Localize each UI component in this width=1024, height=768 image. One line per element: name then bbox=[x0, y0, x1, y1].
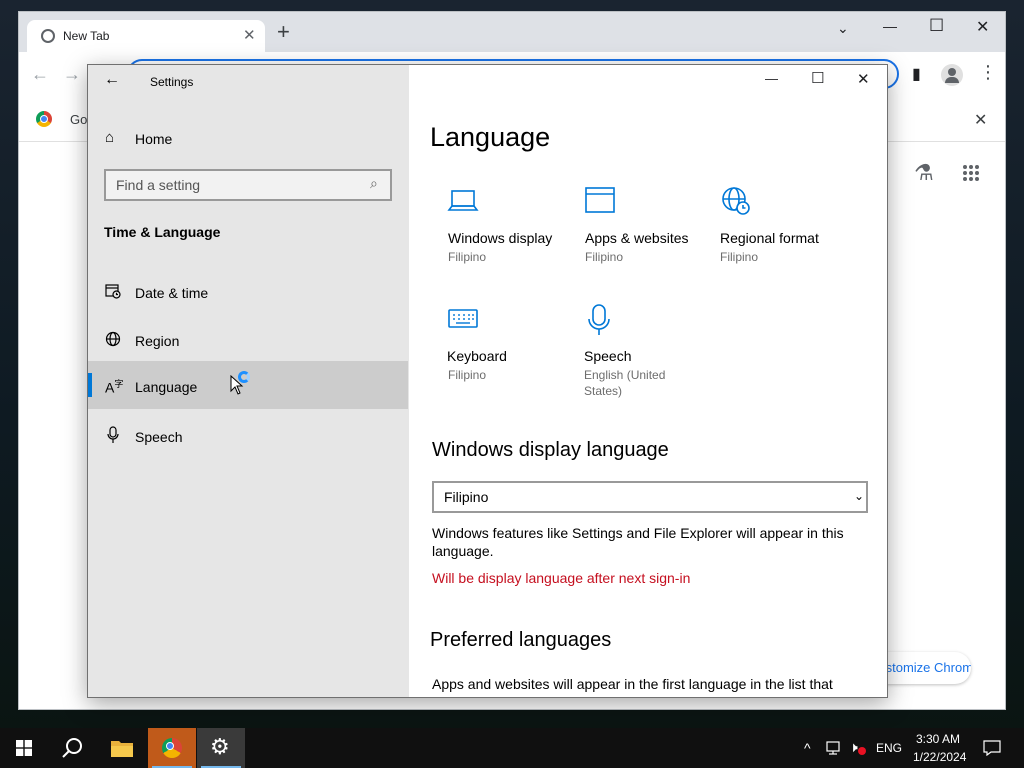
tile-label: Apps & websites bbox=[585, 230, 689, 246]
settings-maximize-button[interactable]: ☐ bbox=[811, 69, 824, 87]
tile-label: Speech bbox=[584, 348, 632, 364]
microphone-icon bbox=[586, 303, 612, 342]
tile-windows-display[interactable]: Windows display Filipino bbox=[447, 185, 571, 269]
microphone-icon bbox=[107, 426, 119, 449]
chrome-logo-icon bbox=[162, 738, 182, 758]
settings-sidebar: ← Settings ⌂ Home ⌕ Time & Language Date… bbox=[88, 65, 409, 697]
display-language-desc: Windows features like Settings and File … bbox=[432, 525, 844, 559]
new-tab-button[interactable]: + bbox=[277, 21, 290, 43]
back-arrow-icon[interactable]: ← bbox=[31, 64, 49, 85]
keyboard-icon bbox=[447, 303, 479, 338]
forward-arrow-icon[interactable]: → bbox=[63, 64, 81, 85]
preferred-languages-heading: Preferred languages bbox=[430, 629, 612, 651]
sidebar-item-speech[interactable]: Speech bbox=[88, 421, 408, 461]
profile-avatar-icon[interactable] bbox=[941, 64, 963, 86]
sidebar-item-label: Region bbox=[135, 333, 180, 349]
chrome-menu-icon[interactable]: ⋮ bbox=[979, 62, 997, 83]
search-icon bbox=[62, 738, 82, 758]
display-language-dropdown[interactable]: Filipino ⌄ bbox=[432, 481, 868, 513]
side-panel-icon[interactable]: ▮ bbox=[912, 64, 921, 84]
search-input[interactable] bbox=[106, 171, 362, 199]
globe-clock-icon bbox=[720, 185, 752, 222]
folder-icon bbox=[111, 741, 133, 757]
volume-muted-icon[interactable]: 🕨 bbox=[849, 739, 858, 756]
globe-icon bbox=[105, 331, 121, 352]
sidebar-item-label: Speech bbox=[135, 429, 183, 445]
apps-grid-icon[interactable] bbox=[962, 164, 980, 182]
sidebar-item-label: Date & time bbox=[135, 285, 209, 301]
clock-time[interactable]: 3:30 AM bbox=[916, 732, 960, 746]
tile-sub: Filipino bbox=[448, 250, 487, 264]
tile-label: Regional format bbox=[720, 230, 819, 246]
page-title: Language bbox=[430, 122, 551, 152]
selection-indicator bbox=[88, 373, 92, 397]
clock-date[interactable]: 1/22/2024 bbox=[913, 750, 966, 764]
file-explorer-button[interactable] bbox=[98, 728, 146, 768]
sidebar-item-language[interactable]: A字 Language bbox=[88, 361, 408, 409]
tile-label: Windows display bbox=[448, 230, 553, 246]
settings-window: ← Settings ⌂ Home ⌕ Time & Language Date… bbox=[87, 64, 888, 698]
preferred-languages-desc: Apps and websites will appear in the fir… bbox=[432, 676, 833, 692]
tile-sub: English (United States) bbox=[584, 368, 666, 398]
display-language-heading: Windows display language bbox=[432, 439, 669, 461]
windows-logo-icon bbox=[16, 740, 32, 756]
action-center-icon[interactable] bbox=[983, 740, 1001, 756]
home-label: Home bbox=[135, 131, 173, 147]
settings-minimize-button[interactable]: — bbox=[765, 71, 778, 86]
mute-badge-icon bbox=[858, 747, 866, 755]
bookmark-label[interactable]: Go bbox=[70, 112, 87, 127]
chevron-down-icon: ⌄ bbox=[853, 489, 864, 503]
window-title: Settings bbox=[150, 75, 194, 89]
tab-search-icon[interactable]: ⌄ bbox=[837, 20, 849, 37]
network-icon[interactable] bbox=[826, 740, 844, 756]
sidebar-item-date-time[interactable]: Date & time bbox=[88, 277, 408, 317]
start-button[interactable] bbox=[0, 728, 48, 768]
taskbar: ⚙ ^ 🕨 ENG 3:30 AM 1/22/2024 bbox=[0, 728, 1024, 768]
dropdown-value: Filipino bbox=[444, 489, 489, 505]
tile-regional-format[interactable]: Regional format Filipino bbox=[720, 185, 844, 269]
find-setting-search[interactable]: ⌕ bbox=[104, 169, 392, 201]
chrome-close-button[interactable]: ✕ bbox=[976, 17, 989, 37]
show-hidden-icons-chevron-icon[interactable]: ^ bbox=[804, 740, 811, 756]
tile-speech[interactable]: Speech English (United States) bbox=[584, 303, 708, 399]
tile-apps-websites[interactable]: Apps & websites Filipino bbox=[584, 185, 708, 269]
bookmark-bar-close-icon[interactable]: ✕ bbox=[974, 110, 987, 130]
sidebar-item-region[interactable]: Region bbox=[88, 325, 408, 365]
laptop-icon bbox=[447, 185, 479, 220]
search-button[interactable] bbox=[48, 728, 96, 768]
settings-main: — ☐ ✕ Language Windows display Filipino … bbox=[409, 65, 887, 697]
chrome-taskbar-button[interactable] bbox=[148, 728, 196, 768]
chrome-tab-new-tab[interactable]: New Tab ✕ bbox=[27, 20, 265, 52]
section-title: Time & Language bbox=[104, 224, 221, 240]
home-icon: ⌂ bbox=[105, 129, 115, 146]
input-language[interactable]: ENG bbox=[876, 741, 902, 755]
language-icon: A字 bbox=[105, 379, 124, 396]
search-icon: ⌕ bbox=[370, 175, 378, 191]
tile-sub: Filipino bbox=[448, 368, 487, 382]
tile-label: Keyboard bbox=[447, 348, 507, 364]
busy-spinner-icon bbox=[238, 371, 250, 383]
window-icon bbox=[584, 185, 616, 220]
sidebar-item-home[interactable]: ⌂ Home bbox=[88, 123, 408, 155]
chrome-favicon-icon bbox=[41, 29, 55, 43]
tile-keyboard[interactable]: Keyboard Filipino bbox=[447, 303, 571, 387]
chrome-maximize-button[interactable]: ☐ bbox=[929, 16, 944, 36]
labs-flask-icon[interactable]: ⚗ bbox=[914, 160, 934, 186]
settings-close-button[interactable]: ✕ bbox=[857, 70, 870, 88]
tile-sub: Filipino bbox=[585, 250, 624, 264]
chrome-logo-icon bbox=[36, 111, 52, 127]
calendar-clock-icon bbox=[105, 283, 121, 304]
tile-sub: Filipino bbox=[720, 250, 759, 264]
settings-taskbar-button[interactable]: ⚙ bbox=[197, 728, 245, 768]
tab-close-icon[interactable]: ✕ bbox=[243, 26, 256, 44]
sidebar-item-label: Language bbox=[135, 379, 198, 395]
display-language-warning: Will be display language after next sign… bbox=[432, 570, 691, 586]
chrome-tabstrip: New Tab ✕ + ⌄ — ☐ ✕ bbox=[19, 12, 1005, 52]
chrome-minimize-button[interactable]: — bbox=[883, 18, 897, 34]
gear-icon: ⚙ bbox=[210, 734, 230, 759]
tab-title: New Tab bbox=[63, 29, 110, 43]
back-button[interactable]: ← bbox=[104, 71, 120, 89]
